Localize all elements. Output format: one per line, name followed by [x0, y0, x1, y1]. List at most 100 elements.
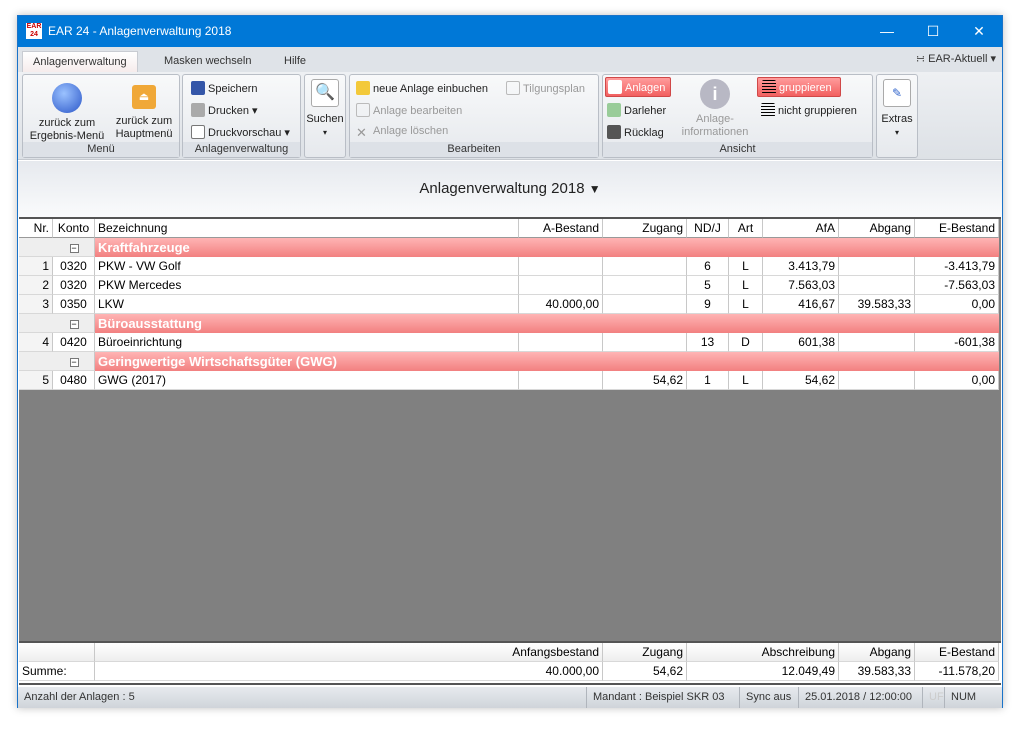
extras-button[interactable]: ✎ Extras ▾	[876, 74, 918, 158]
cell-abgang	[839, 257, 915, 276]
money-icon	[607, 103, 621, 117]
view-darlehen-button[interactable]: Darleher	[607, 103, 666, 117]
cell-nr: 2	[19, 276, 53, 295]
cell-bezeichnung: PKW Mercedes	[95, 276, 519, 295]
asset-info-button[interactable]: i Anlage-informationen	[673, 79, 757, 139]
cell-zugang	[603, 276, 687, 295]
repayment-plan-button[interactable]: Tilgungsplan	[506, 81, 585, 95]
cell-bezeichnung: LKW	[95, 295, 519, 314]
collapse-toggle-icon[interactable]: −	[53, 314, 95, 333]
ungroup-button[interactable]: nicht gruppieren	[761, 103, 857, 117]
column-header-bezeichnung[interactable]: Bezeichnung	[95, 219, 519, 238]
print-preview-button[interactable]: Druckvorschau ▾	[191, 125, 290, 139]
cell-zugang: 54,62	[603, 371, 687, 390]
save-button[interactable]: Speichern	[191, 81, 258, 95]
status-mandant: Mandant : Beispiel SKR 03	[586, 687, 730, 708]
group-label: Geringwertige Wirtschaftsgüter (GWG)	[95, 352, 999, 371]
cell-afa: 416,67	[763, 295, 839, 314]
column-header-art[interactable]: Art	[729, 219, 763, 238]
cell-bezeichnung: GWG (2017)	[95, 371, 519, 390]
ear-aktuell-button[interactable]: ∺ EAR-Aktuell ▾	[916, 52, 996, 65]
column-header-e-bestand[interactable]: E-Bestand	[915, 219, 999, 238]
year-selector[interactable]: Anlagenverwaltung 2018 ▼	[18, 180, 1002, 197]
tab-masken-wechseln[interactable]: Masken wechseln	[154, 51, 261, 72]
cell-zugang	[603, 333, 687, 352]
edit-asset-button[interactable]: Anlage bearbeiten	[356, 103, 462, 117]
cell-bezeichnung: Büroeinrichtung	[95, 333, 519, 352]
cell-e-bestand: 0,00	[915, 295, 999, 314]
column-header-zugang[interactable]: Zugang	[603, 219, 687, 238]
view-anlagen-button[interactable]: Anlagen	[605, 77, 671, 97]
minimize-button[interactable]: —	[864, 16, 910, 47]
cell-art: L	[729, 257, 763, 276]
cell-e-bestand: -601,38	[915, 333, 999, 352]
column-header-afa[interactable]: AfA	[763, 219, 839, 238]
status-sync: Sync aus	[739, 687, 797, 708]
column-header-nr[interactable]: Nr.	[19, 219, 53, 238]
group-label: Ansicht	[603, 142, 872, 157]
magnifier-icon: 🔍	[311, 79, 339, 107]
summary-value: 12.049,49	[687, 662, 839, 681]
print-button[interactable]: Drucken ▾	[191, 103, 258, 117]
cell-nd-j: 5	[687, 276, 729, 295]
cell-bezeichnung: PKW - VW Golf	[95, 257, 519, 276]
tab-hilfe[interactable]: Hilfe	[274, 51, 316, 72]
cell-konto: 0350	[53, 295, 95, 314]
group-label: Bearbeiten	[350, 142, 598, 157]
cell-a-bestand	[519, 276, 603, 295]
group-label: Menü	[23, 142, 179, 157]
cell-e-bestand: -3.413,79	[915, 257, 999, 276]
column-header-a-bestand[interactable]: A-Bestand	[519, 219, 603, 238]
dropdown-arrow-icon: ▼	[588, 182, 601, 196]
group-menu: zurück zum Ergebnis-Menü ⏏ zurück zum Ha…	[22, 74, 180, 158]
new-asset-button[interactable]: neue Anlage einbuchen	[356, 81, 488, 95]
x-icon: ✕	[356, 125, 367, 140]
tab-anlagenverwaltung[interactable]: Anlagenverwaltung	[22, 51, 138, 72]
cell-afa: 7.563,03	[763, 276, 839, 295]
cell-a-bestand	[519, 257, 603, 276]
column-header-nd-j[interactable]: ND/J	[687, 219, 729, 238]
title-bar: EAR 24 EAR 24 - Anlagenverwaltung 2018 — …	[18, 16, 1002, 47]
preview-icon	[191, 125, 205, 139]
view-header: Anlagenverwaltung 2018 ▼	[18, 161, 1002, 217]
group-button[interactable]: gruppieren	[757, 77, 841, 97]
close-button[interactable]: ✕	[956, 16, 1002, 47]
cell-konto: 0320	[53, 276, 95, 295]
collapse-toggle-icon[interactable]: −	[53, 238, 95, 257]
chevron-down-icon: ▾	[894, 128, 899, 137]
group-anlagenverwaltung: Speichern Drucken ▾ Druckvorschau ▾ Anla…	[182, 74, 301, 158]
view-ruecklagen-button[interactable]: Rücklag	[607, 125, 664, 139]
cell-nr: 5	[19, 371, 53, 390]
summary-table: Summe: Anfangsbestand 40.000,00 Zugang 54,62…	[19, 641, 1001, 685]
cell-abgang: 39.583,33	[839, 295, 915, 314]
ribbon-tabs: Anlagenverwaltung Masken wechseln Hilfe …	[18, 47, 1002, 72]
cell-a-bestand: 40.000,00	[519, 295, 603, 314]
column-header-konto[interactable]: Konto	[53, 219, 95, 238]
cell-e-bestand: -7.563,03	[915, 276, 999, 295]
summary-value: Summe:	[19, 662, 95, 681]
search-button[interactable]: 🔍 Suchen ▾	[304, 74, 346, 158]
cell-nr: 4	[19, 333, 53, 352]
delete-asset-button[interactable]: ✕ Anlage löschen	[356, 125, 448, 140]
summary-header: Zugang	[603, 643, 687, 662]
printer-icon	[191, 103, 205, 117]
collapse-toggle-icon[interactable]: −	[53, 352, 95, 371]
cell-nd-j: 6	[687, 257, 729, 276]
cell-abgang	[839, 371, 915, 390]
back-to-main-menu-button[interactable]: ⏏ zurück zum Hauptmenü	[109, 81, 179, 141]
app-logo-icon: EAR 24	[26, 23, 42, 39]
rss-icon: ∺	[915, 53, 926, 65]
house-icon	[608, 80, 622, 94]
summary-value: 39.583,33	[839, 662, 915, 681]
info-icon: i	[700, 79, 730, 109]
status-num: NUM	[944, 687, 982, 708]
edit-icon	[356, 103, 370, 117]
group-label: Anlagenverwaltung	[183, 142, 300, 157]
cell-art: D	[729, 333, 763, 352]
status-datetime: 25.01.2018 / 12:00:00	[798, 687, 918, 708]
column-header-abgang[interactable]: Abgang	[839, 219, 915, 238]
back-to-result-menu-button[interactable]: zurück zum Ergebnis-Menü	[25, 81, 109, 143]
extras-icon: ✎	[883, 79, 911, 107]
maximize-button[interactable]: ☐	[910, 16, 956, 47]
cell-afa: 3.413,79	[763, 257, 839, 276]
